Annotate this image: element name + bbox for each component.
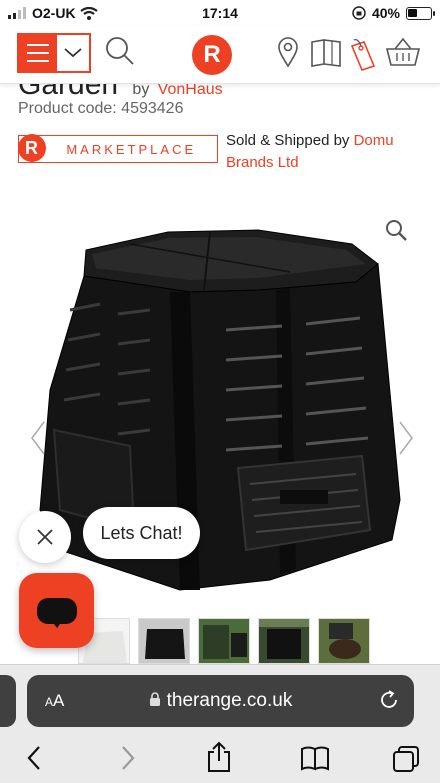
sold-label: Sold & Shipped by	[226, 132, 350, 149]
product-info: Garden by VonHaus Product code: 4593426 …	[0, 84, 440, 194]
status-right: 40%	[352, 5, 435, 21]
zoom-icon[interactable]	[384, 218, 408, 242]
seller-info: Sold & Shipped by Domu Brands Ltd	[226, 130, 426, 174]
thumbnail[interactable]	[138, 618, 190, 664]
catalogue-icon[interactable]	[310, 36, 342, 68]
reload-icon[interactable]	[378, 689, 400, 711]
share-icon[interactable]	[206, 741, 232, 773]
chevron-right-icon[interactable]	[396, 420, 416, 456]
thumbnail[interactable]	[318, 618, 370, 664]
bookmarks-icon[interactable]	[300, 745, 330, 771]
thumbnail[interactable]	[198, 618, 250, 664]
forward-icon[interactable]	[120, 745, 136, 771]
basket-icon[interactable]	[384, 36, 422, 68]
orientation-lock-icon	[352, 6, 366, 20]
battery-icon	[406, 6, 435, 20]
the-range-logo[interactable]: R	[192, 35, 232, 75]
brand-link[interactable]: VonHaus	[158, 84, 223, 98]
chat-icon	[36, 597, 77, 628]
url-display: therange.co.uk	[27, 690, 414, 712]
marketplace-text: MARKETPLACE	[66, 141, 197, 157]
chat-bubble[interactable]: Lets Chat!	[83, 507, 200, 559]
chat-close-button[interactable]	[19, 511, 71, 563]
product-title-text: Garden	[18, 84, 119, 101]
battery-percent: 40%	[371, 5, 400, 21]
close-icon	[37, 529, 53, 545]
address-bar[interactable]: AA therange.co.uk	[27, 675, 414, 727]
url-text: therange.co.uk	[166, 690, 293, 711]
search-icon[interactable]	[105, 36, 135, 68]
chevron-left-icon[interactable]	[28, 420, 48, 456]
tabs-icon[interactable]	[392, 745, 420, 773]
hamburger-icon	[19, 35, 57, 71]
back-icon[interactable]	[26, 745, 42, 771]
marketplace-badge: R MARKETPLACE	[17, 134, 218, 163]
product-code: Product code: 4593426	[18, 100, 184, 117]
by-label: by	[132, 84, 150, 98]
status-bar: O2-UK 17:14 40%	[0, 0, 440, 26]
browser-bar: AA therange.co.uk	[0, 664, 440, 783]
site-header: R	[0, 26, 440, 84]
browser-toolbar	[0, 741, 440, 783]
wishlist-tag-icon[interactable]	[348, 36, 376, 72]
chevron-down-icon	[57, 35, 89, 71]
thumbnail-strip	[78, 618, 370, 664]
menu-button[interactable]	[17, 33, 91, 73]
marketplace-logo-icon: R	[17, 134, 46, 163]
thumbnail[interactable]	[258, 618, 310, 664]
store-locator-icon[interactable]	[277, 36, 299, 68]
chat-launcher-button[interactable]	[19, 573, 94, 648]
lock-icon	[149, 692, 160, 706]
previous-tab-edge[interactable]	[0, 675, 16, 727]
